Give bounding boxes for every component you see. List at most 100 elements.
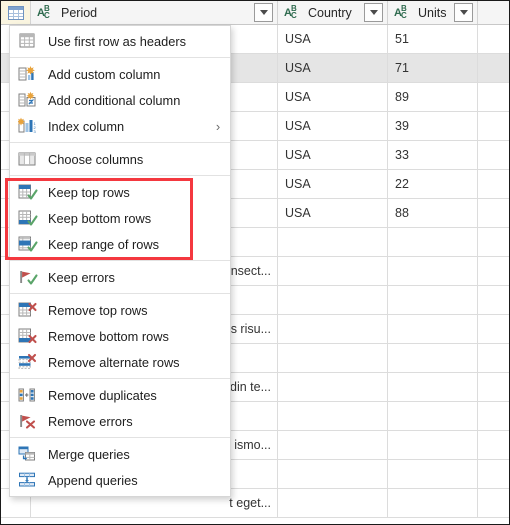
cell-units[interactable]: 22 (388, 170, 478, 198)
cell-filler (478, 286, 509, 314)
cell-units[interactable]: 88 (388, 199, 478, 227)
abc-type-icon: ABC (37, 3, 50, 20)
menu-item-keep-range-of-rows[interactable]: Keep range of rows (10, 231, 230, 257)
cell-units[interactable]: 39 (388, 112, 478, 140)
cell-units[interactable]: 89 (388, 83, 478, 111)
remove-alternate-rows-icon (18, 353, 38, 371)
cell-filler (478, 25, 509, 53)
menu-item-remove-top-rows[interactable]: Remove top rows (10, 297, 230, 323)
cell-units[interactable] (388, 344, 478, 372)
cell-country[interactable]: USA (278, 141, 388, 169)
menu-item-keep-bottom-rows[interactable]: Keep bottom rows (10, 205, 230, 231)
menu-item-label: Keep range of rows (48, 236, 159, 252)
keep-errors-icon (18, 268, 38, 286)
cell-filler (478, 489, 509, 517)
cell-country[interactable] (278, 286, 388, 314)
cell-units[interactable] (388, 460, 478, 488)
cell-country[interactable] (278, 257, 388, 285)
menu-item-remove-errors[interactable]: Remove errors (10, 408, 230, 434)
menu-item-add-conditional-column[interactable]: Add conditional column (10, 87, 230, 113)
column-filter-dropdown-period[interactable] (254, 3, 273, 22)
cell-units[interactable]: 51 (388, 25, 478, 53)
column-header-filler (478, 1, 509, 24)
cell-units[interactable] (388, 228, 478, 256)
column-filter-dropdown-country[interactable] (364, 3, 383, 22)
cell-filler (478, 431, 509, 459)
append-queries-icon (18, 471, 38, 489)
menu-item-label: Remove alternate rows (48, 354, 180, 370)
grid-select-all-corner[interactable] (1, 1, 31, 24)
screenshot-root: ABC Period ABC Country ABC Units USA 51 … (0, 0, 510, 525)
cell-units[interactable] (388, 257, 478, 285)
menu-item-merge-queries[interactable]: Merge queries (10, 441, 230, 467)
menu-item-label: Append queries (48, 472, 138, 488)
menu-item-keep-errors[interactable]: Keep errors (10, 264, 230, 290)
remove-top-rows-icon (18, 301, 38, 319)
menu-separator (10, 260, 230, 261)
cell-country[interactable] (278, 489, 388, 517)
cell-filler (478, 344, 509, 372)
keep-bottom-rows-icon (18, 209, 38, 227)
menu-item-label: Choose columns (48, 151, 144, 167)
cell-country[interactable] (278, 344, 388, 372)
menu-item-label: Keep bottom rows (48, 210, 152, 226)
cell-filler (478, 257, 509, 285)
transform-context-menu: Use first row as headers Add custom colum… (9, 25, 231, 497)
cell-filler (478, 141, 509, 169)
cell-units[interactable] (388, 431, 478, 459)
cell-country[interactable]: USA (278, 112, 388, 140)
menu-item-add-custom-column[interactable]: Add custom column (10, 61, 230, 87)
chevron-down-icon (369, 10, 378, 15)
cell-units[interactable] (388, 489, 478, 517)
menu-item-label: Add conditional column (48, 92, 181, 108)
menu-item-label: Add custom column (48, 66, 161, 82)
menu-item-use-first-row-as-headers[interactable]: Use first row as headers (10, 28, 230, 54)
menu-item-index-column[interactable]: 1 2 3 Index column › (10, 113, 230, 139)
index-column-icon: 123 (18, 117, 38, 135)
cell-units[interactable] (388, 402, 478, 430)
cell-units[interactable] (388, 315, 478, 343)
column-filter-dropdown-units[interactable] (454, 3, 473, 22)
cell-units[interactable] (388, 286, 478, 314)
cell-filler (478, 315, 509, 343)
add-conditional-column-icon (18, 91, 38, 109)
menu-item-label: Remove errors (48, 413, 133, 429)
menu-separator (10, 293, 230, 294)
cell-units[interactable]: 33 (388, 141, 478, 169)
cell-filler (478, 402, 509, 430)
cell-units[interactable]: 71 (388, 54, 478, 82)
cell-filler (478, 228, 509, 256)
menu-item-label: Keep errors (48, 269, 115, 285)
menu-separator (10, 57, 230, 58)
column-header-country[interactable]: ABC Country (278, 1, 388, 24)
column-header-units[interactable]: ABC Units (388, 1, 478, 24)
choose-columns-icon (18, 150, 38, 168)
cell-country[interactable] (278, 402, 388, 430)
cell-country[interactable]: USA (278, 83, 388, 111)
cell-country[interactable]: USA (278, 170, 388, 198)
menu-item-remove-duplicates[interactable]: Remove duplicates (10, 382, 230, 408)
menu-item-choose-columns[interactable]: Choose columns (10, 146, 230, 172)
menu-item-label: Index column (48, 118, 125, 134)
abc-type-icon: ABC (284, 3, 297, 20)
cell-country[interactable]: USA (278, 54, 388, 82)
table-icon (7, 5, 24, 20)
column-header-period[interactable]: ABC Period (31, 1, 278, 24)
chevron-right-icon: › (215, 118, 221, 134)
menu-item-append-queries[interactable]: Append queries (10, 467, 230, 493)
cell-country[interactable]: USA (278, 25, 388, 53)
cell-country[interactable] (278, 228, 388, 256)
menu-item-keep-top-rows[interactable]: Keep top rows (10, 179, 230, 205)
column-header-label: Period (61, 5, 98, 20)
cell-country[interactable] (278, 460, 388, 488)
chevron-down-icon (259, 10, 268, 15)
menu-item-remove-alternate-rows[interactable]: Remove alternate rows (10, 349, 230, 375)
cell-units[interactable] (388, 373, 478, 401)
cell-country[interactable] (278, 373, 388, 401)
column-header-label: Units (418, 5, 447, 20)
menu-separator (10, 378, 230, 379)
cell-country[interactable] (278, 315, 388, 343)
cell-country[interactable]: USA (278, 199, 388, 227)
cell-country[interactable] (278, 431, 388, 459)
menu-item-remove-bottom-rows[interactable]: Remove bottom rows (10, 323, 230, 349)
